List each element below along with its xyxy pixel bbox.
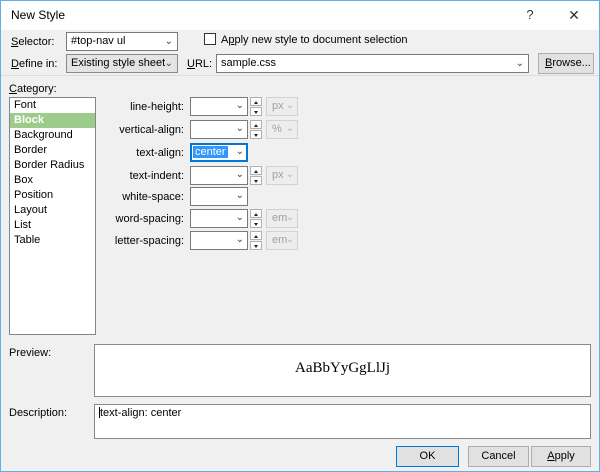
property-row: line-height: ⌄ px ⌄ bbox=[1, 97, 600, 116]
spin-down-button[interactable] bbox=[250, 130, 262, 139]
line-height-stepper bbox=[250, 97, 262, 116]
description-label: Description: bbox=[9, 407, 67, 419]
preview-box: AaBbYyGgLlJj bbox=[94, 344, 591, 397]
chevron-down-icon: ⌄ bbox=[165, 56, 173, 71]
header-divider bbox=[1, 75, 599, 76]
selector-combo[interactable]: #top-nav ul ⌄ bbox=[66, 32, 178, 51]
description-text: text-align: center bbox=[100, 407, 181, 419]
apply-button[interactable]: Apply bbox=[531, 446, 591, 467]
spin-up-button[interactable] bbox=[250, 231, 262, 240]
property-row: text-align: center ⌄ bbox=[1, 143, 600, 162]
define-in-label: Define in: bbox=[11, 58, 57, 70]
line-height-label: line-height: bbox=[1, 101, 184, 113]
letter-spacing-label: letter-spacing: bbox=[1, 235, 184, 247]
chevron-down-icon: ⌄ bbox=[236, 146, 244, 157]
preview-sample-text: AaBbYyGgLlJj bbox=[95, 360, 590, 377]
chevron-down-icon: ⌄ bbox=[516, 56, 524, 71]
letter-spacing-stepper bbox=[250, 231, 262, 250]
text-indent-unit-dropdown: px ⌄ bbox=[266, 166, 298, 185]
spin-up-button[interactable] bbox=[250, 97, 262, 106]
property-row: white-space: ⌄ bbox=[1, 187, 600, 206]
dialog-title: New Style bbox=[11, 8, 65, 22]
close-icon[interactable]: ✕ bbox=[557, 1, 591, 29]
vertical-align-unit-dropdown: % ⌄ bbox=[266, 120, 298, 139]
property-row: letter-spacing: ⌄ em ⌄ bbox=[1, 231, 600, 250]
chevron-down-icon: ⌄ bbox=[286, 123, 294, 134]
spin-up-button[interactable] bbox=[250, 209, 262, 218]
white-space-label: white-space: bbox=[1, 191, 184, 203]
text-indent-combo[interactable]: ⌄ bbox=[190, 166, 248, 185]
ok-button[interactable]: OK bbox=[396, 446, 459, 467]
category-label: Category: bbox=[9, 83, 57, 95]
description-box: text-align: center bbox=[94, 404, 591, 439]
url-combo[interactable]: sample.css ⌄ bbox=[216, 54, 529, 73]
text-indent-label: text-indent: bbox=[1, 170, 184, 182]
apply-style-checkbox-label: Apply new style to document selection bbox=[221, 34, 408, 46]
word-spacing-unit-dropdown: em ⌄ bbox=[266, 209, 298, 228]
white-space-combo[interactable]: ⌄ bbox=[190, 187, 248, 206]
chevron-down-icon: ⌄ bbox=[236, 100, 244, 111]
spin-down-button[interactable] bbox=[250, 241, 262, 250]
text-align-selected-value: center bbox=[193, 146, 228, 158]
chevron-down-icon: ⌄ bbox=[236, 123, 244, 134]
vertical-align-combo[interactable]: ⌄ bbox=[190, 120, 248, 139]
new-style-dialog: New Style ? ✕ Selector: #top-nav ul ⌄ Ap… bbox=[0, 0, 600, 472]
url-label: URL: bbox=[187, 58, 212, 70]
line-height-combo[interactable]: ⌄ bbox=[190, 97, 248, 116]
text-align-combo[interactable]: center ⌄ bbox=[190, 143, 248, 162]
word-spacing-stepper bbox=[250, 209, 262, 228]
word-spacing-combo[interactable]: ⌄ bbox=[190, 209, 248, 228]
line-height-unit-dropdown: px ⌄ bbox=[266, 97, 298, 116]
chevron-down-icon: ⌄ bbox=[286, 234, 294, 245]
selector-value: #top-nav ul bbox=[71, 35, 125, 47]
vertical-align-stepper bbox=[250, 120, 262, 139]
selector-label: Selector: bbox=[11, 36, 54, 48]
title-bar[interactable]: New Style ? ✕ bbox=[1, 1, 599, 30]
chevron-down-icon: ⌄ bbox=[286, 169, 294, 180]
property-row: word-spacing: ⌄ em ⌄ bbox=[1, 209, 600, 228]
spin-up-button[interactable] bbox=[250, 166, 262, 175]
chevron-down-icon: ⌄ bbox=[236, 169, 244, 180]
property-row: text-indent: ⌄ px ⌄ bbox=[1, 166, 600, 185]
word-spacing-label: word-spacing: bbox=[1, 213, 184, 225]
spin-down-button[interactable] bbox=[250, 219, 262, 228]
text-align-label: text-align: bbox=[1, 147, 184, 159]
cancel-button[interactable]: Cancel bbox=[468, 446, 529, 467]
chevron-down-icon: ⌄ bbox=[236, 190, 244, 201]
define-in-dropdown[interactable]: Existing style sheet ⌄ bbox=[66, 54, 178, 73]
chevron-down-icon: ⌄ bbox=[286, 100, 294, 111]
help-icon[interactable]: ? bbox=[513, 1, 547, 29]
apply-style-checkbox[interactable] bbox=[204, 33, 216, 45]
letter-spacing-combo[interactable]: ⌄ bbox=[190, 231, 248, 250]
property-row: vertical-align: ⌄ % ⌄ bbox=[1, 120, 600, 139]
browse-button[interactable]: Browse... bbox=[538, 53, 594, 74]
letter-spacing-unit-dropdown: em ⌄ bbox=[266, 231, 298, 250]
chevron-down-icon: ⌄ bbox=[165, 34, 173, 49]
chevron-down-icon: ⌄ bbox=[236, 234, 244, 245]
text-indent-stepper bbox=[250, 166, 262, 185]
vertical-align-label: vertical-align: bbox=[1, 124, 184, 136]
preview-label: Preview: bbox=[9, 347, 51, 359]
spin-down-button[interactable] bbox=[250, 107, 262, 116]
spin-down-button[interactable] bbox=[250, 176, 262, 185]
define-in-value: Existing style sheet bbox=[71, 57, 165, 69]
chevron-down-icon: ⌄ bbox=[236, 212, 244, 223]
url-value: sample.css bbox=[221, 57, 276, 69]
spin-up-button[interactable] bbox=[250, 120, 262, 129]
chevron-down-icon: ⌄ bbox=[286, 212, 294, 223]
